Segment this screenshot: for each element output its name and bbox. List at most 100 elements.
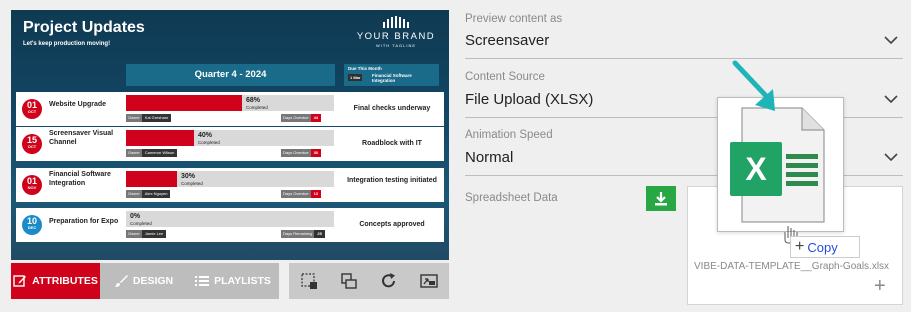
chevron-down-icon[interactable] <box>884 94 898 104</box>
task-name: Website Upgrade <box>49 101 107 108</box>
due-value: 30 <box>310 149 322 157</box>
fullscreen-preview-button[interactable] <box>418 270 440 292</box>
date-month: OCT <box>27 109 37 114</box>
date-badge: 15 OCT <box>22 134 42 154</box>
owner-name: Cameron Wilson <box>141 149 178 157</box>
refresh-button[interactable] <box>378 270 400 292</box>
brand-tagline: WITH TAGLINE <box>375 43 417 48</box>
chevron-down-icon[interactable] <box>884 152 898 162</box>
progress-track: 0% Completed <box>126 211 334 227</box>
chevron-down-icon[interactable] <box>884 35 898 45</box>
brush-icon <box>114 275 128 287</box>
brand-name: YOUR BRAND <box>356 31 436 42</box>
owner-tag: Owner Jamie Lee <box>126 230 167 238</box>
animation-speed-select[interactable]: Normal <box>465 149 513 166</box>
date-badge: 01 OCT <box>22 99 42 119</box>
project-row: 01 NOV Financial Software Integration 30% Co… <box>16 168 444 202</box>
owner-name: Kai Gresham <box>141 114 172 122</box>
progress-completed-label: Completed <box>130 221 152 226</box>
content-source-select[interactable]: File Upload (XLSX) <box>465 91 593 108</box>
project-row: 01 OCT Website Upgrade 68% Completed Owner Kai… <box>16 92 444 126</box>
tab-attributes-label: ATTRIBUTES <box>32 275 98 287</box>
progress-percent: 40% <box>198 132 213 139</box>
download-template-button[interactable] <box>646 186 676 211</box>
due-tag: Days Overdue 44 <box>281 114 322 122</box>
owner-label: Owner <box>126 190 142 198</box>
animation-speed-label: Animation Speed <box>465 129 553 141</box>
progress-fill <box>126 95 242 111</box>
crop-region-icon <box>301 273 317 289</box>
due-label: Days Overdue <box>281 149 311 157</box>
spreadsheet-data-label: Spreadsheet Data <box>465 192 558 204</box>
resize-layout-button[interactable] <box>338 270 360 292</box>
crop-region-button[interactable] <box>298 270 320 292</box>
status-text: Roadblock with IT <box>362 140 422 147</box>
progress-percent: 0% <box>130 213 141 220</box>
owner-tag: Owner Alex Nguyen <box>126 190 171 198</box>
brand-logo: YOUR BRAND WITH TAGLINE <box>351 16 441 48</box>
preview-title: Project Updates <box>23 19 145 36</box>
project-row: 10 DEC Preparation for Expo 0% Completed Owne… <box>16 208 444 242</box>
owner-label: Owner <box>126 230 142 238</box>
progress-track: 30% Completed <box>126 171 334 187</box>
resize-layout-icon <box>341 273 357 289</box>
progress-track: 68% Completed <box>126 95 334 111</box>
owner-tag: Owner Cameron Wilson <box>126 149 178 157</box>
add-file-icon[interactable]: + <box>874 276 886 296</box>
due-value: 13 <box>310 190 322 198</box>
preview-as-select[interactable]: Screensaver <box>465 32 549 49</box>
content-preview: Project Updates Let's keep production mo… <box>11 10 449 260</box>
task-name: Financial Software Integration <box>49 171 111 187</box>
owner-label: Owner <box>126 114 142 122</box>
progress-fill <box>126 171 177 187</box>
status-text: Concepts approved <box>359 221 425 228</box>
excel-letter: X <box>745 151 767 187</box>
date-badge: 10 DEC <box>22 215 42 235</box>
uploaded-file-name: VIBE-DATA-TEMPLATE__Graph-Goals.xlsx <box>694 261 890 272</box>
tab-playlists[interactable]: PLAYLISTS <box>187 263 279 299</box>
progress-completed-label: Completed <box>198 140 220 145</box>
due-tag: Days Remaining 25 <box>281 230 325 238</box>
owner-name: Alex Nguyen <box>141 190 171 198</box>
copy-label: Copy <box>807 239 838 255</box>
progress-track: 40% Completed <box>126 130 334 146</box>
progress-completed-label: Completed <box>181 181 203 186</box>
due-this-month-date: 1 Mar <box>348 74 363 81</box>
due-value: 25 <box>314 230 325 238</box>
preview-subtitle: Let's keep production moving! <box>23 41 111 47</box>
preview-as-label: Preview content as <box>465 13 563 25</box>
refresh-icon <box>382 273 395 288</box>
list-icon <box>195 276 210 286</box>
progress-completed-label: Completed <box>246 105 268 110</box>
annotation-arrow-icon <box>732 60 775 111</box>
project-row: 15 OCT Screensaver Visual Channel 40% Comple… <box>16 127 444 161</box>
due-this-month-box: Due This Month 1 Mar Financial Software … <box>344 64 439 86</box>
due-label: Days Remaining <box>281 230 315 238</box>
tab-design[interactable]: DESIGN <box>100 263 187 299</box>
tab-design-label: DESIGN <box>132 275 174 287</box>
due-label: Days Overdue <box>281 190 311 198</box>
picture-in-picture-icon <box>420 274 438 288</box>
owner-label: Owner <box>126 149 142 157</box>
tab-attributes[interactable]: ATTRIBUTES <box>11 263 100 299</box>
quarter-header: Quarter 4 - 2024 <box>126 64 335 86</box>
owner-name: Jamie Lee <box>141 230 167 238</box>
preview-tools <box>289 263 449 299</box>
copy-drop-indicator: + Copy <box>790 236 860 258</box>
date-badge: 01 NOV <box>22 175 42 195</box>
download-icon <box>655 191 667 205</box>
due-this-month-task: Financial Software Integration <box>372 73 412 83</box>
content-source-label: Content Source <box>465 71 545 83</box>
task-name: Preparation for Expo <box>49 218 119 225</box>
task-name: Screensaver Visual Channel <box>49 130 114 146</box>
progress-percent: 68% <box>246 97 261 104</box>
copy-plus-icon: + <box>795 238 805 255</box>
date-month: NOV <box>27 185 37 190</box>
progress-fill <box>126 130 194 146</box>
progress-percent: 30% <box>181 173 196 180</box>
owner-tag: Owner Kai Gresham <box>126 114 172 122</box>
edit-icon <box>13 275 27 287</box>
due-tag: Days Overdue 13 <box>281 190 322 198</box>
editor-toolbar: ATTRIBUTES DESIGN PLAYLISTS <box>11 263 449 299</box>
due-tag: Days Overdue 30 <box>281 149 322 157</box>
